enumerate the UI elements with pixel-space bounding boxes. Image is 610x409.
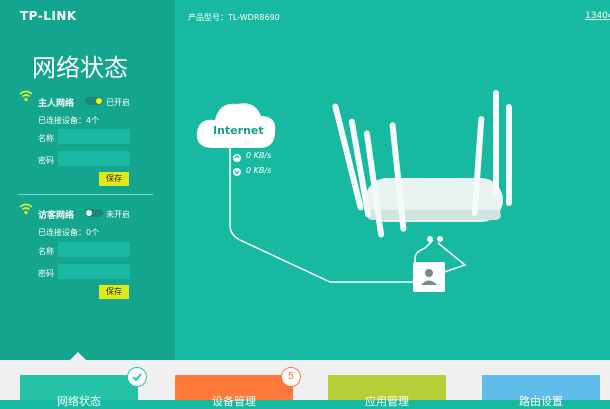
guest-name-label: 名称 <box>38 247 54 256</box>
nav-network-status[interactable]: 网络状态 <box>20 375 138 408</box>
wifi-icon <box>19 90 33 105</box>
download-speed: 0 KB/s <box>246 166 272 175</box>
nav-router-settings[interactable]: 路由设置 <box>482 375 600 408</box>
download-arrow-icon <box>233 168 241 176</box>
nav-device-management-label: 设备管理 <box>212 395 256 408</box>
guest-password-label: 密码 <box>38 269 54 278</box>
nav-network-status-label: 网络状态 <box>57 395 101 408</box>
device-count-badge: 5 <box>281 367 301 387</box>
nav-app-management-label: 应用管理 <box>365 395 409 408</box>
host-password-input[interactable] <box>58 151 130 166</box>
tp-link-logo: TP-LINK <box>20 9 77 23</box>
host-name-input[interactable] <box>58 129 130 144</box>
host-password-label: 密码 <box>38 156 54 165</box>
nav-app-management[interactable]: 应用管理 <box>328 375 446 408</box>
guest-name-input[interactable] <box>58 242 130 257</box>
host-network-label: 主人网络 <box>38 99 75 109</box>
user-device-icon <box>413 262 445 292</box>
guest-save-button[interactable]: 保存 <box>99 285 129 299</box>
guest-network-label: 访客网络 <box>38 211 75 221</box>
router-icon <box>332 90 512 238</box>
nav-router-settings-label: 路由设置 <box>519 395 563 408</box>
guest-password-input[interactable] <box>58 264 130 279</box>
wifi-icon <box>19 203 33 218</box>
nav-device-management[interactable]: 设备管理 <box>175 375 293 408</box>
host-network-status: 已开启 <box>106 98 130 107</box>
internet-label: Internet <box>213 124 264 137</box>
host-save-button[interactable]: 保存 <box>99 172 129 186</box>
host-network-toggle[interactable] <box>85 97 103 105</box>
upload-speed: 0 KB/s <box>246 151 272 160</box>
page-title: 网络状态 <box>32 54 128 82</box>
host-name-label: 名称 <box>38 134 54 143</box>
active-indicator <box>70 352 86 360</box>
guest-connected-count: 已连接设备：0个 <box>38 228 100 237</box>
check-icon <box>127 367 147 387</box>
upload-arrow-icon <box>233 154 241 162</box>
host-connected-count: 已连接设备：4个 <box>38 116 100 125</box>
guest-network-toggle[interactable] <box>85 209 103 217</box>
section-divider <box>18 194 153 195</box>
network-diagram <box>196 90 512 292</box>
guest-network-status: 未开启 <box>106 210 130 219</box>
